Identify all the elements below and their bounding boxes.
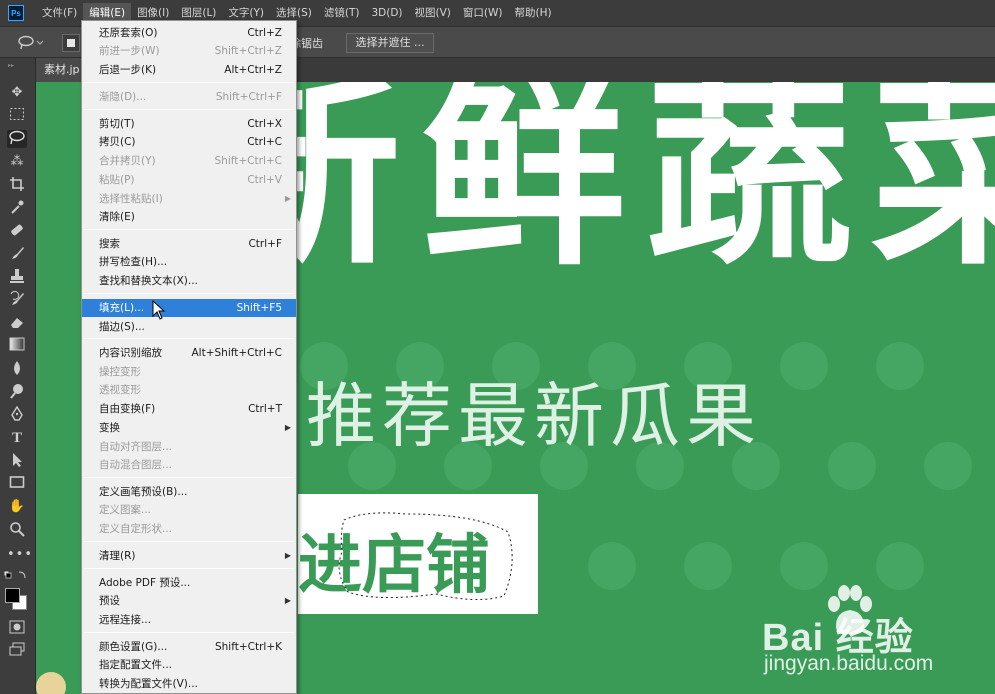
dodge-icon[interactable]: [7, 383, 27, 401]
bg-dot: [684, 542, 732, 590]
eyedropper-icon[interactable]: [7, 199, 27, 217]
bg-dot: [828, 442, 876, 490]
document-tab[interactable]: 素材.jp: [36, 58, 82, 82]
menu-item-fade[interactable]: 渐隐(D)... Shift+Ctrl+F: [82, 88, 296, 106]
menu-separator: [84, 632, 294, 633]
menu-item-transform[interactable]: 变换 ▶: [82, 419, 296, 437]
svg-text:▸▸: ▸▸: [8, 62, 14, 68]
menu-separator: [84, 82, 294, 83]
menu-item-paste[interactable]: 粘贴(P) Ctrl+V: [82, 171, 296, 189]
menu-item-spell-check[interactable]: 拼写检查(H)...: [82, 253, 296, 271]
menu-item-step-forward[interactable]: 前进一步(W) Shift+Ctrl+Z: [82, 42, 296, 60]
menu-item-auto-blend-layers[interactable]: 自动混合图层...: [82, 456, 296, 474]
move-icon[interactable]: ✥: [7, 84, 27, 102]
menu-item-clear[interactable]: 清除(E): [82, 208, 296, 226]
menu-item-define-shape[interactable]: 定义自定形状...: [82, 520, 296, 538]
menu-item-cut[interactable]: 剪切(T) Ctrl+X: [82, 115, 296, 133]
menu-item-color-settings[interactable]: 颜色设置(G)... Shift+Ctrl+K: [82, 638, 296, 656]
menu-item-purge[interactable]: 清理(R) ▶: [82, 547, 296, 565]
menu-item-presets[interactable]: 预设 ▶: [82, 592, 296, 610]
menu-item-paste-special[interactable]: 选择性粘贴(I) ▶: [82, 190, 296, 208]
menu-file[interactable]: 文件(F): [36, 3, 83, 23]
watermark-url: jingyan.baidu.com: [764, 652, 934, 675]
new-selection-icon[interactable]: [62, 34, 80, 52]
shape-icon[interactable]: [7, 475, 27, 493]
blur-icon[interactable]: [7, 360, 27, 378]
menu-separator: [84, 109, 294, 110]
menu-window[interactable]: 窗口(W): [457, 3, 509, 23]
fruit-image-fragment: [36, 672, 66, 694]
swap-colors-icon[interactable]: [4, 570, 30, 582]
bg-dot: [924, 442, 972, 490]
menu-item-define-pattern[interactable]: 定义图案...: [82, 501, 296, 519]
foreground-color-swatch[interactable]: [5, 588, 20, 603]
menu-item-assign-profile[interactable]: 指定配置文件...: [82, 656, 296, 674]
menu-item-pdf-presets[interactable]: Adobe PDF 预设...: [82, 574, 296, 592]
history-brush-icon[interactable]: [7, 290, 27, 309]
select-and-mask-button[interactable]: 选择并遮住 ...: [346, 33, 434, 53]
panel-grip-icon: ▸▸: [8, 62, 14, 68]
photoshop-logo-icon: Ps: [8, 5, 24, 21]
hand-icon[interactable]: ✋: [7, 498, 27, 516]
menu-item-copy[interactable]: 拷贝(C) Ctrl+C: [82, 133, 296, 151]
crop-icon[interactable]: [7, 176, 27, 194]
menu-item-undo-lasso[interactable]: 还原套索(O) Ctrl+Z: [82, 24, 296, 42]
quick-mask-icon[interactable]: [7, 620, 27, 638]
menu-item-search[interactable]: 搜索 Ctrl+F: [82, 235, 296, 253]
menu-item-content-aware-scale[interactable]: 内容识别缩放 Alt+Shift+Ctrl+C: [82, 344, 296, 362]
submenu-arrow-icon: ▶: [284, 551, 291, 560]
pen-icon[interactable]: [7, 405, 27, 424]
menu-item-perspective-warp[interactable]: 透视变形: [82, 381, 296, 399]
lasso-selection-marquee[interactable]: [336, 512, 516, 602]
menu-view[interactable]: 视图(V): [409, 3, 457, 23]
brush-icon[interactable]: [7, 245, 27, 263]
menu-item-define-brush[interactable]: 定义画笔预设(B)...: [82, 483, 296, 501]
menu-item-convert-profile[interactable]: 转换为配置文件(V)...: [82, 675, 296, 693]
bg-dot: [876, 342, 924, 390]
lasso-preset-icon[interactable]: [16, 34, 46, 52]
lasso-icon[interactable]: [7, 130, 27, 148]
mouse-cursor-icon: [152, 300, 166, 320]
menu-separator: [84, 338, 294, 339]
banner-subtitle: 推荐最新瓜果: [306, 375, 762, 457]
banner-title: 新鲜蔬菜: [196, 82, 995, 293]
baidu-watermark: Bai 经验 jingyan.baidu.com: [762, 582, 972, 682]
menu-item-step-backward[interactable]: 后退一步(K) Alt+Ctrl+Z: [82, 61, 296, 79]
submenu-arrow-icon: ▶: [284, 423, 291, 432]
marquee-icon[interactable]: [7, 107, 27, 125]
menu-item-puppet-warp[interactable]: 操控变形: [82, 363, 296, 381]
eraser-icon[interactable]: [7, 314, 27, 332]
menu-3d[interactable]: 3D(D): [365, 3, 408, 23]
magic-wand-icon[interactable]: ⁂: [7, 153, 27, 171]
menu-separator: [84, 477, 294, 478]
menu-item-remote-connections[interactable]: 远程连接...: [82, 611, 296, 629]
path-select-icon[interactable]: [7, 452, 27, 470]
menu-help[interactable]: 帮助(H): [509, 3, 558, 23]
zoom-icon[interactable]: [7, 521, 27, 539]
menu-separator: [84, 293, 294, 294]
edit-menu-dropdown: 还原套索(O) Ctrl+Z 前进一步(W) Shift+Ctrl+Z 后退一步(K…: [81, 20, 297, 694]
type-icon[interactable]: T: [7, 429, 27, 447]
more-icon[interactable]: •••: [7, 546, 32, 564]
menu-item-copy-merged[interactable]: 合并拷贝(Y) Shift+Ctrl+C: [82, 152, 296, 170]
menu-filter[interactable]: 滤镜(T): [318, 3, 366, 23]
bg-dot: [780, 342, 828, 390]
menu-separator: [84, 229, 294, 230]
stamp-icon[interactable]: [7, 268, 27, 286]
menu-item-stroke[interactable]: 描边(S)...: [82, 318, 296, 336]
gradient-icon[interactable]: [7, 337, 27, 355]
menu-separator: [84, 568, 294, 569]
submenu-arrow-icon: ▶: [284, 194, 291, 203]
screen-mode-icon[interactable]: [7, 642, 27, 660]
menu-item-auto-align-layers[interactable]: 自动对齐图层...: [82, 438, 296, 456]
menu-separator: [84, 541, 294, 542]
tools-panel: ▸▸ ✥ ⁂ T ✋ •••: [0, 58, 36, 694]
healing-icon[interactable]: [7, 222, 27, 240]
menu-item-free-transform[interactable]: 自由变换(F) Ctrl+T: [82, 400, 296, 418]
bg-dot: [588, 542, 636, 590]
menu-item-fill[interactable]: 填充(L)... Shift+F5: [82, 299, 296, 317]
submenu-arrow-icon: ▶: [284, 596, 291, 605]
menu-item-find-replace[interactable]: 查找和替换文本(X)...: [82, 272, 296, 290]
